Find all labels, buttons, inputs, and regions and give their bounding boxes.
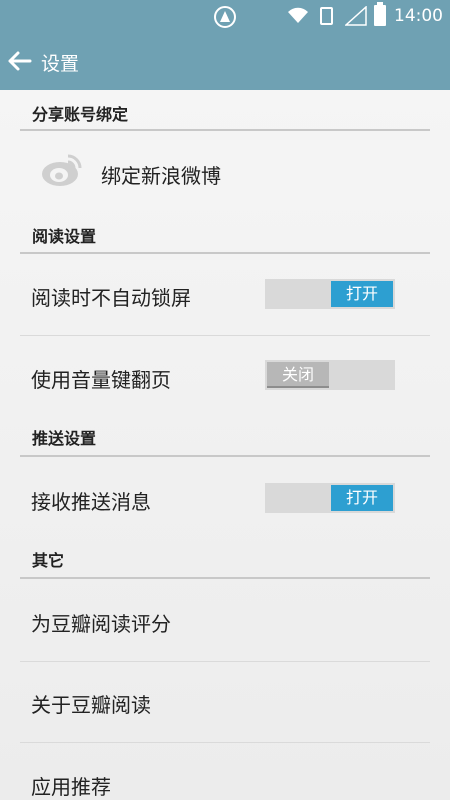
no-autolock-toggle[interactable]: 打开 [265, 279, 395, 309]
volume-key-page-toggle[interactable]: 关闭 [265, 360, 395, 390]
toggle-knob: 关闭 [267, 362, 329, 388]
status-time: 14:00 [394, 6, 443, 26]
app-bar: 设置 [0, 33, 450, 90]
section-header-other: 其它 [20, 547, 430, 579]
divider [20, 335, 430, 336]
section-header-reading: 阅读设置 [20, 223, 430, 254]
bind-weibo-label[interactable]: 绑定新浪微博 [101, 160, 221, 189]
receive-push-toggle[interactable]: 打开 [265, 483, 395, 513]
page-title: 设置 [41, 53, 80, 75]
no-autolock-label: 阅读时不自动锁屏 [31, 286, 191, 310]
section-header-share: 分享账号绑定 [20, 101, 430, 131]
recommend-apps-item[interactable]: 应用推荐 [31, 771, 111, 800]
sim-card-icon [320, 7, 333, 25]
receive-push-label: 接收推送消息 [31, 490, 151, 514]
about-item[interactable]: 关于豆瓣阅读 [31, 689, 151, 718]
wifi-icon [288, 7, 308, 23]
toggle-knob: 打开 [331, 281, 393, 307]
signal-icon [345, 6, 367, 26]
status-bar: 14:00 [0, 0, 450, 33]
rate-app-item[interactable]: 为豆瓣阅读评分 [31, 608, 171, 637]
back-arrow-icon[interactable] [6, 47, 34, 75]
divider [20, 661, 430, 662]
battery-icon [374, 2, 386, 26]
volume-key-page-label: 使用音量键翻页 [31, 368, 171, 392]
toggle-knob: 打开 [331, 485, 393, 511]
divider [20, 742, 430, 743]
navigation-icon [214, 6, 236, 28]
settings-list: 分享账号绑定 绑定新浪微博 阅读设置 阅读时不自动锁屏 打开 使用音量键翻页 关… [0, 90, 450, 800]
section-header-push: 推送设置 [20, 425, 430, 457]
weibo-icon[interactable] [40, 152, 82, 188]
